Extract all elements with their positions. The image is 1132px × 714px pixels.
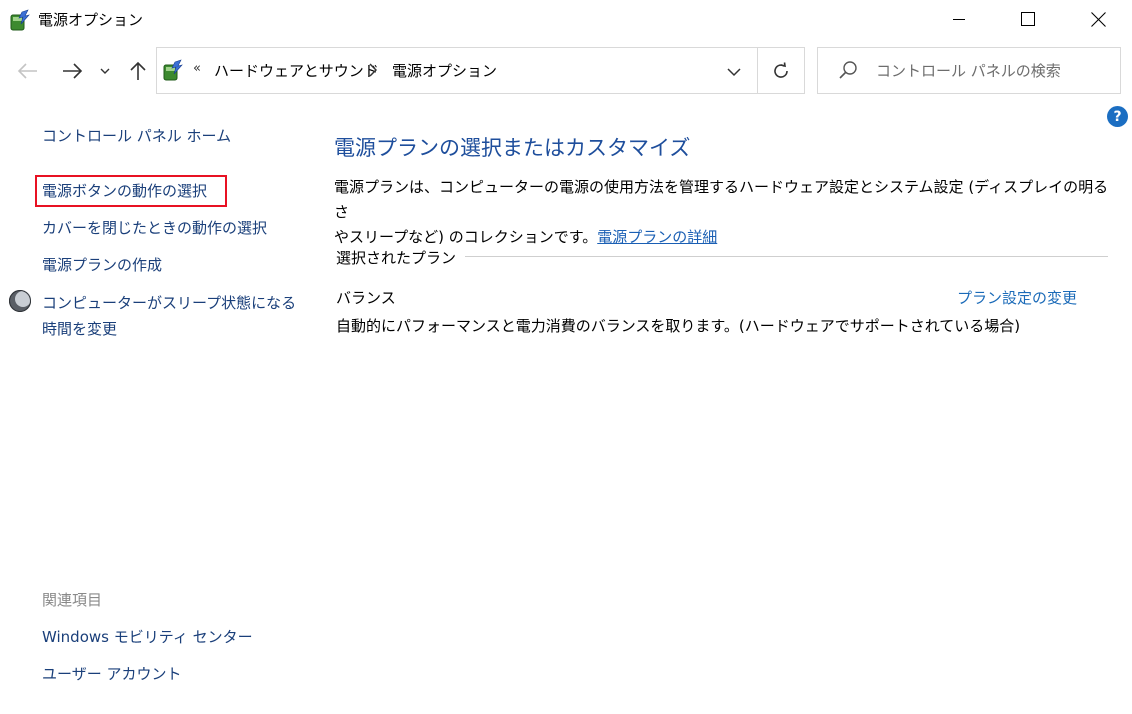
change-plan-settings-link[interactable]: プラン設定の変更 bbox=[957, 287, 1077, 308]
recent-locations-button[interactable] bbox=[94, 56, 116, 86]
search-icon bbox=[838, 60, 858, 80]
related-item-user-accounts[interactable]: ユーザー アカウント bbox=[42, 663, 181, 684]
chevron-down-icon bbox=[727, 67, 741, 76]
arrow-up-icon bbox=[130, 61, 146, 80]
chevron-right-icon[interactable] bbox=[369, 62, 378, 81]
up-button[interactable] bbox=[124, 56, 152, 86]
plan-name: バランス bbox=[336, 289, 396, 307]
plan-description: 自動的にパフォーマンスと電力消費のバランスを取ります。(ハードウェアでサポートさ… bbox=[336, 317, 1021, 335]
related-item-windows-mobility-center[interactable]: Windows モビリティ センター bbox=[42, 626, 253, 647]
description-line1: 電源プランは、コンピューターの電源の使用方法を管理するハードウェア設定とシステム… bbox=[334, 178, 1109, 221]
sidebar-item-control-panel-home[interactable]: コントロール パネル ホーム bbox=[42, 125, 231, 146]
sidebar-item-create-power-plan[interactable]: 電源プランの作成 bbox=[42, 254, 162, 275]
refresh-button[interactable] bbox=[758, 47, 805, 94]
arrow-left-icon bbox=[17, 63, 37, 79]
group-divider bbox=[465, 256, 1108, 257]
sidebar-item-sleep-time-line1: コンピューターがスリープ状態になる bbox=[42, 294, 297, 312]
refresh-icon bbox=[774, 61, 788, 78]
chevron-down-icon bbox=[100, 68, 110, 74]
maximize-button[interactable] bbox=[1005, 0, 1051, 38]
help-button[interactable]: ? bbox=[1107, 106, 1128, 127]
address-bar[interactable]: « ハードウェアとサウンド 電源オプション bbox=[156, 47, 758, 94]
selected-plan-group-label: 選択されたプラン bbox=[336, 249, 457, 267]
breadcrumb-hardware-and-sound[interactable]: ハードウェアとサウンド bbox=[214, 60, 379, 81]
window-title: 電源オプション bbox=[38, 11, 144, 29]
close-button[interactable] bbox=[1075, 0, 1121, 38]
sidebar-item-sleep-time[interactable]: コンピューターがスリープ状態になる 時間を変更 bbox=[42, 290, 296, 342]
power-options-icon bbox=[161, 58, 185, 82]
sidebar-item-sleep-time-line2: 時間を変更 bbox=[42, 320, 118, 338]
title-bar: 電源オプション bbox=[0, 0, 1132, 40]
sidebar-item-lid-close-action[interactable]: カバーを閉じたときの動作の選択 bbox=[42, 217, 267, 238]
arrow-right-icon bbox=[63, 63, 83, 79]
breadcrumb-overflow[interactable]: « bbox=[193, 61, 201, 76]
search-input[interactable] bbox=[876, 58, 1106, 84]
breadcrumb-power-options[interactable]: 電源オプション bbox=[392, 60, 497, 81]
search-box[interactable] bbox=[817, 47, 1121, 94]
back-button[interactable] bbox=[14, 56, 42, 86]
page-description: 電源プランは、コンピューターの電源の使用方法を管理するハードウェア設定とシステム… bbox=[334, 175, 1114, 250]
description-line2-text: やスリープなど) のコレクションです。 bbox=[334, 228, 598, 246]
forward-button[interactable] bbox=[58, 56, 86, 86]
page-title: 電源プランの選択またはカスタマイズ bbox=[334, 136, 691, 160]
power-plan-details-link[interactable]: 電源プランの詳細 bbox=[597, 228, 717, 246]
sidebar-item-power-button-action[interactable]: 電源ボタンの動作の選択 bbox=[42, 180, 207, 201]
minimize-button[interactable] bbox=[936, 0, 982, 38]
related-heading: 関連項目 bbox=[42, 591, 103, 609]
address-dropdown-button[interactable] bbox=[723, 62, 745, 82]
power-options-icon bbox=[8, 8, 32, 32]
moon-icon bbox=[8, 289, 32, 313]
